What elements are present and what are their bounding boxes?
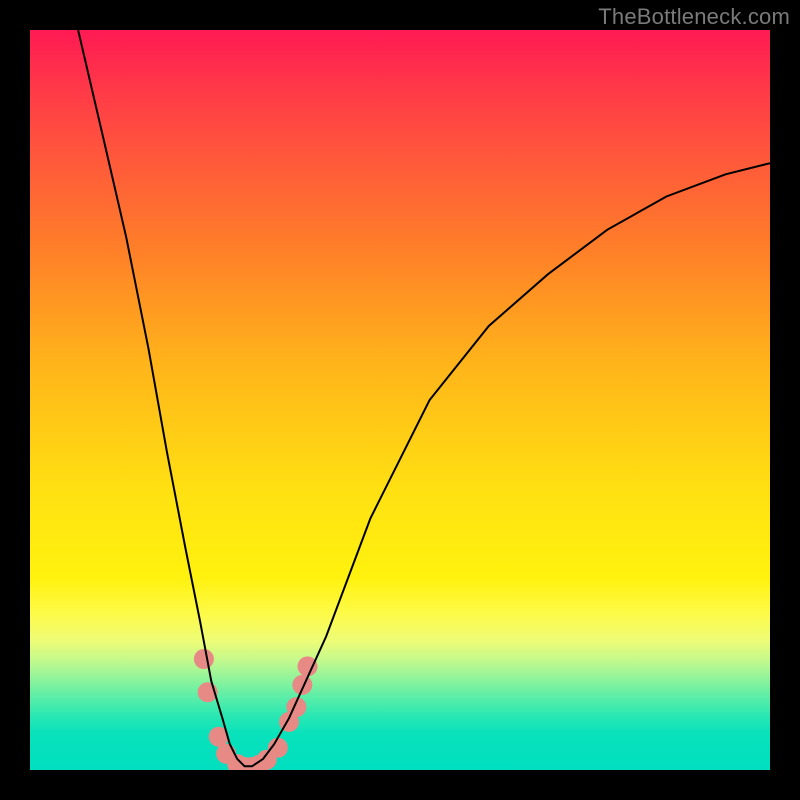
plot-area xyxy=(30,30,770,770)
highlight-dot xyxy=(292,675,312,695)
marker-layer xyxy=(194,649,318,770)
chart-frame: TheBottleneck.com xyxy=(0,0,800,800)
chart-svg xyxy=(30,30,770,770)
highlight-dot xyxy=(194,649,214,669)
bottleneck-curve xyxy=(78,30,770,766)
watermark-text: TheBottleneck.com xyxy=(598,4,790,30)
highlight-dot xyxy=(298,656,318,676)
